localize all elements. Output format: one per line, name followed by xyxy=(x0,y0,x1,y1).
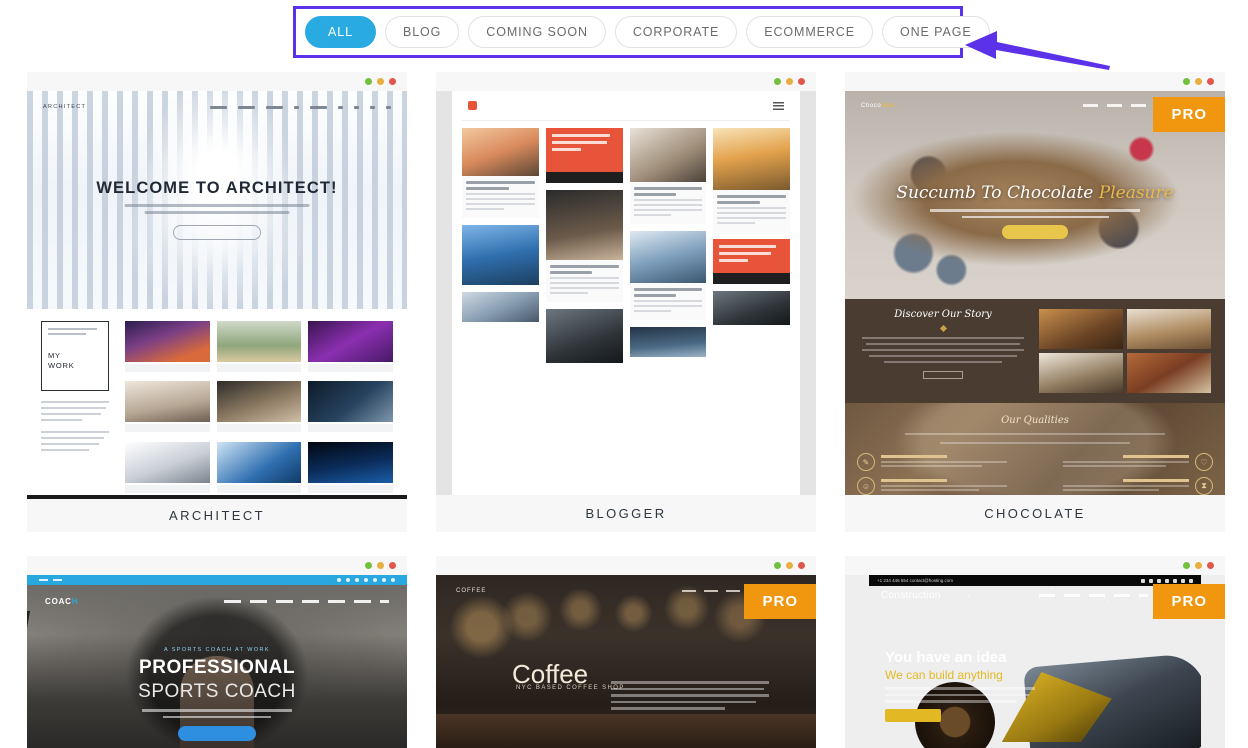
preview-nav-links xyxy=(224,600,389,603)
browser-chrome xyxy=(845,72,1225,91)
template-name-blogger[interactable]: BLOGGER xyxy=(436,495,816,532)
preview-logo: ARCHITECT xyxy=(43,104,86,110)
window-dot-green xyxy=(365,78,372,85)
filter-tab-one-page[interactable]: ONE PAGE xyxy=(882,16,990,48)
filter-tab-ecommerce[interactable]: ECOMMERCE xyxy=(746,16,873,48)
template-preview-architect: ARCHITECT WELCOME TO ARCHITECT! MY xyxy=(27,91,407,495)
preview-blog-masonry xyxy=(462,121,790,370)
hourglass-icon: ⧗ xyxy=(1195,477,1213,495)
window-dot-yellow xyxy=(1195,562,1202,569)
browser-chrome xyxy=(436,556,816,575)
template-name-architect[interactable]: ARCHITECT xyxy=(27,495,407,532)
preview-headline-2: We can build anything xyxy=(885,668,1003,682)
window-dot-green xyxy=(774,562,781,569)
window-dot-yellow xyxy=(1195,78,1202,85)
window-dot-yellow xyxy=(786,562,793,569)
template-preview-coach: COACH A SPORTS COACH AT WORK PROFESSIONA… xyxy=(27,575,407,748)
browser-chrome xyxy=(436,72,816,91)
preview-logo-icon xyxy=(468,101,477,110)
preview-logo: Chocolate xyxy=(861,103,894,109)
preview-nav-links xyxy=(210,106,391,109)
window-dot-green xyxy=(1183,78,1190,85)
window-dot-red xyxy=(389,562,396,569)
preview-body-copy xyxy=(41,401,109,421)
template-preview-chocolate: Chocolate Succumb To Chocolate Pleasure … xyxy=(845,91,1225,495)
browser-chrome xyxy=(845,556,1225,575)
window-dot-red xyxy=(389,78,396,85)
pro-badge: PRO xyxy=(1153,97,1225,132)
template-preview-blogger xyxy=(436,91,816,495)
preview-topbar xyxy=(27,575,407,585)
filter-tab-coming-soon[interactable]: COMING SOON xyxy=(468,16,606,48)
preview-logo: COFFEE xyxy=(456,588,486,594)
template-card-coffee[interactable]: PRO COFFEE Coffee NYC BASED COFFEE SHOP xyxy=(436,556,816,748)
preview-headline: WELCOME TO ARCHITECT! xyxy=(27,179,407,198)
hamburger-menu-icon xyxy=(773,102,784,110)
pro-badge: PRO xyxy=(1153,584,1225,619)
preview-subtext xyxy=(930,209,1140,222)
preview-portfolio-grid xyxy=(125,321,393,495)
brush-icon: ✎ xyxy=(857,453,875,471)
preview-body-copy xyxy=(885,687,1035,707)
preview-eyebrow: A SPORTS COACH AT WORK xyxy=(27,647,407,653)
window-dot-green xyxy=(774,78,781,85)
diamond-icon xyxy=(939,325,946,332)
window-dot-yellow xyxy=(377,562,384,569)
template-card-blogger[interactable]: BLOGGER xyxy=(436,72,816,532)
window-dot-green xyxy=(365,562,372,569)
template-filter-bar: ALL BLOG COMING SOON CORPORATE ECOMMERCE… xyxy=(293,6,963,58)
filter-tab-corporate[interactable]: CORPORATE xyxy=(615,16,737,48)
pro-badge: PRO xyxy=(744,584,816,619)
template-card-construction[interactable]: PRO +1 234 446 554 contact@hosting.com C… xyxy=(845,556,1225,748)
preview-headline-2: SPORTS COACH xyxy=(27,681,407,703)
preview-cta-button xyxy=(1002,225,1068,239)
preview-subhead: NYC BASED COFFEE SHOP xyxy=(516,685,625,691)
filter-tab-blog[interactable]: BLOG xyxy=(385,16,459,48)
preview-headline-1: PROFESSIONAL xyxy=(27,657,407,679)
preview-logo: COACH xyxy=(45,597,78,606)
preview-body-copy xyxy=(611,681,769,714)
filter-tab-all[interactable]: ALL xyxy=(305,16,376,48)
window-dot-red xyxy=(798,562,805,569)
preview-section-story: Discover Our Story xyxy=(859,309,1027,320)
window-dot-yellow xyxy=(377,78,384,85)
window-dot-red xyxy=(1207,78,1214,85)
heart-icon: ♡ xyxy=(1195,453,1213,471)
preview-subtext xyxy=(125,204,310,218)
window-dot-red xyxy=(1207,562,1214,569)
preview-cta-button xyxy=(173,225,261,240)
user-icon: ☺ xyxy=(857,477,875,495)
preview-subtext xyxy=(142,709,292,722)
template-grid: ARCHITECT WELCOME TO ARCHITECT! MY xyxy=(0,72,1248,748)
preview-body-copy-2 xyxy=(41,431,109,451)
preview-story-button xyxy=(923,371,963,379)
preview-cta-button xyxy=(885,709,941,722)
window-dot-red xyxy=(798,78,805,85)
browser-chrome xyxy=(27,556,407,575)
preview-section-title: MY WORK xyxy=(48,351,102,371)
window-dot-green xyxy=(1183,562,1190,569)
preview-section-qualities: Our Qualities xyxy=(845,403,1225,426)
preview-logo: Construction xyxy=(881,590,941,601)
browser-chrome xyxy=(27,72,407,91)
template-card-architect[interactable]: ARCHITECT WELCOME TO ARCHITECT! MY xyxy=(27,72,407,532)
preview-story-gallery xyxy=(1039,309,1211,393)
template-name-chocolate[interactable]: CHOCOLATE xyxy=(845,495,1225,532)
preview-headline-1: You have an idea xyxy=(885,649,1006,666)
template-card-coach[interactable]: COACH A SPORTS COACH AT WORK PROFESSIONA… xyxy=(27,556,407,748)
preview-topbar-contact: +1 234 446 554 contact@hosting.com xyxy=(877,578,953,583)
preview-cta-button xyxy=(178,726,256,741)
template-card-chocolate[interactable]: PRO Chocolate Succumb To Chocolate Pleas… xyxy=(845,72,1225,532)
preview-headline: Succumb To Chocolate Pleasure xyxy=(845,183,1225,203)
window-dot-yellow xyxy=(786,78,793,85)
